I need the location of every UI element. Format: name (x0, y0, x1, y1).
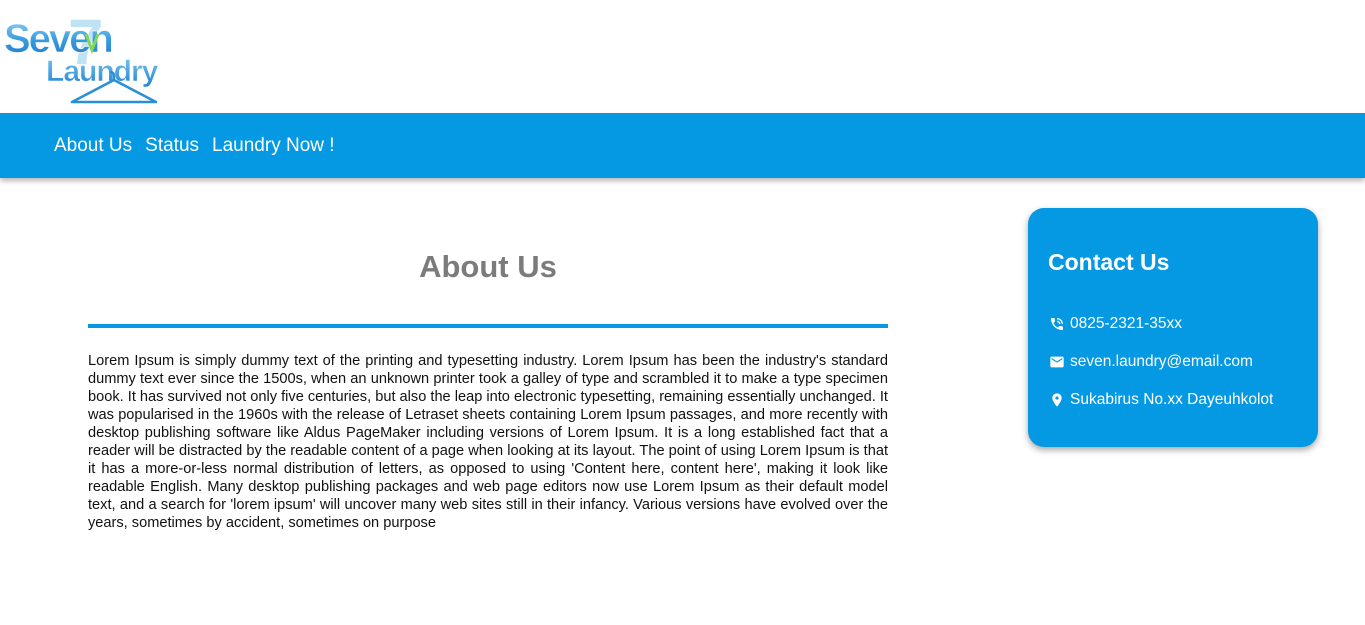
contact-card: Contact Us 0825-2321-35xx seven.laundry@… (1028, 208, 1318, 447)
contact-email-text[interactable]: seven.laundry@email.com (1070, 352, 1253, 372)
about-section: About Us Lorem Ipsum is simply dummy tex… (88, 240, 888, 531)
page-title: About Us (419, 249, 557, 284)
title-divider (88, 324, 888, 328)
contact-address-text: Sukabirus No.xx Dayeuhkolot (1070, 391, 1274, 408)
contact-phone: 0825-2321-35xx (1049, 314, 1182, 334)
seven-laundry-logo[interactable]: 7 Seven Laundry (4, 6, 182, 108)
nav-link-about-us[interactable]: About Us (54, 135, 132, 157)
location-pin-icon (1052, 393, 1062, 407)
nav-menu: About Us Status Laundry Now ! (54, 113, 348, 178)
site-header: 7 Seven Laundry (0, 0, 1365, 113)
nav-link-laundry-now[interactable]: Laundry Now ! (212, 135, 335, 157)
nav-link-status[interactable]: Status (145, 135, 199, 157)
contact-title: Contact Us (1048, 249, 1170, 275)
main-navbar: About Us Status Laundry Now ! (0, 113, 1365, 178)
phone-icon (1051, 318, 1063, 330)
svg-text:Laundry: Laundry (46, 55, 159, 88)
contact-email: seven.laundry@email.com (1049, 352, 1253, 372)
contact-address: Sukabirus No.xx Dayeuhkolot (1049, 390, 1273, 410)
contact-phone-text: 0825-2321-35xx (1070, 315, 1183, 332)
mail-icon (1050, 356, 1064, 368)
about-body-text: Lorem Ipsum is simply dummy text of the … (88, 353, 888, 531)
